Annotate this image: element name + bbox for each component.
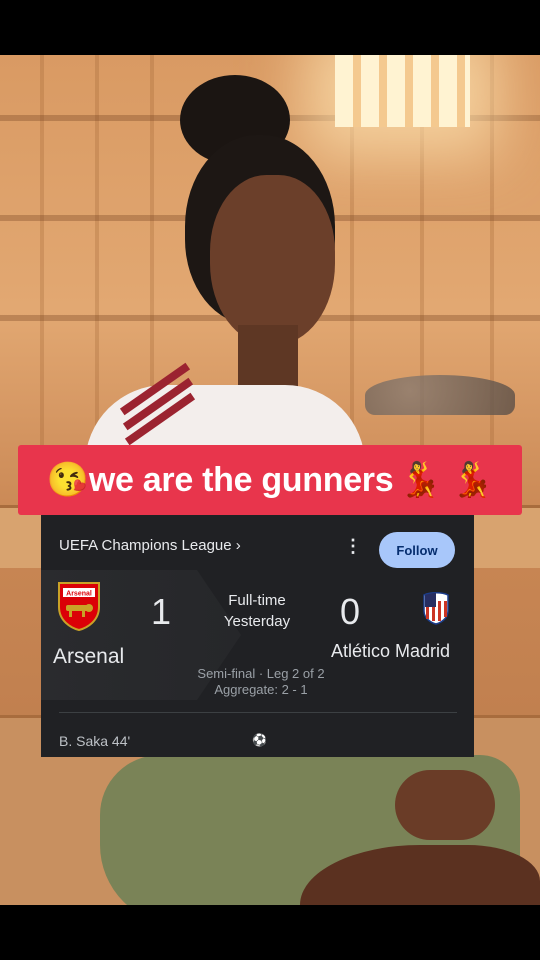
- match-date: Yesterday: [223, 613, 291, 630]
- goal-scorer: B. Saka 44': [59, 733, 131, 749]
- atletico-crest-icon: [423, 592, 449, 625]
- soccer-ball-icon: ⚽: [252, 733, 267, 747]
- match-status: Full-time Yesterday: [206, 590, 308, 632]
- match-score-card[interactable]: UEFA Champions League › ⋮ Follow Arsenal…: [41, 515, 474, 757]
- person-face: [210, 175, 335, 345]
- divider: [59, 712, 457, 713]
- caption-banner: 😘 we are the gunners 💃 💃: [18, 445, 522, 515]
- arsenal-crest-icon: Arsenal: [58, 582, 100, 631]
- sauna-light: [335, 55, 470, 127]
- follow-button[interactable]: Follow: [379, 532, 455, 568]
- status-text: Full-time: [228, 592, 286, 609]
- match-meta: Semi-final · Leg 2 of 2 Aggregate: 2 - 1: [181, 666, 341, 698]
- caption-text: we are the gunners: [88, 460, 394, 499]
- dancer-emoji-icon: 💃 💃: [399, 461, 494, 499]
- home-team-name[interactable]: Arsenal: [53, 645, 124, 669]
- home-score: 1: [151, 591, 172, 632]
- aggregate-score: Aggregate: 2 - 1: [214, 682, 308, 697]
- kiss-emoji-icon: 😘: [46, 461, 89, 499]
- more-options-icon[interactable]: ⋮: [344, 537, 362, 555]
- league-link[interactable]: UEFA Champions League ›: [59, 537, 241, 554]
- match-stage: Semi-final · Leg 2 of 2: [197, 666, 325, 681]
- sauna-stones: [365, 375, 515, 415]
- svg-text:Arsenal: Arsenal: [66, 591, 92, 598]
- away-team-name[interactable]: Atlético Madrid: [331, 641, 450, 662]
- away-score: 0: [340, 591, 361, 632]
